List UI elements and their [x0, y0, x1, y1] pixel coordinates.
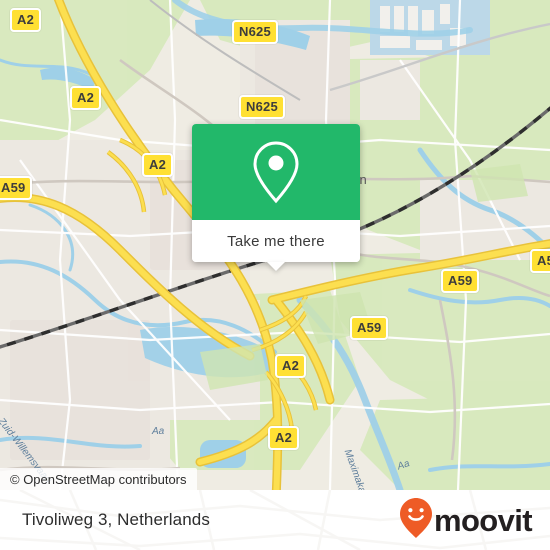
callout-pin-panel	[192, 124, 360, 220]
road-shield: A2	[142, 153, 174, 177]
road-shield: A2	[70, 86, 102, 110]
road-shield: A2	[275, 354, 307, 378]
road-shield: A59	[350, 316, 389, 340]
road-shield: A2	[268, 426, 300, 450]
callout-tail	[267, 262, 285, 271]
road-shield: N625	[232, 20, 278, 44]
map-screenshot: A2 N625 A2 N625 A2 A59 A59 A59 A59 A2 A2…	[0, 0, 550, 550]
road-shield: A59	[530, 249, 550, 273]
map-attribution[interactable]: © OpenStreetMap contributors	[0, 468, 197, 490]
location-title: Tivoliweg 3, Netherlands	[22, 510, 210, 529]
moovit-wordmark: moovit	[433, 502, 533, 538]
map-pin-icon	[249, 139, 303, 205]
take-me-there-button[interactable]: Take me there	[192, 220, 360, 262]
road-shield: N625	[239, 95, 285, 119]
take-me-there-label: Take me there	[227, 232, 325, 250]
footer-bar: Tivoliweg 3, Netherlands moovit	[0, 490, 550, 550]
road-shield: A59	[0, 176, 33, 200]
location-callout-card[interactable]: Take me there	[192, 124, 360, 271]
road-shield: A2	[10, 8, 42, 32]
road-shield: A59	[441, 269, 480, 293]
moovit-logo[interactable]: moovit	[399, 497, 533, 544]
moovit-pin-smile-icon	[399, 497, 433, 544]
map-canvas[interactable]: A2 N625 A2 N625 A2 A59 A59 A59 A59 A2 A2…	[0, 0, 550, 490]
